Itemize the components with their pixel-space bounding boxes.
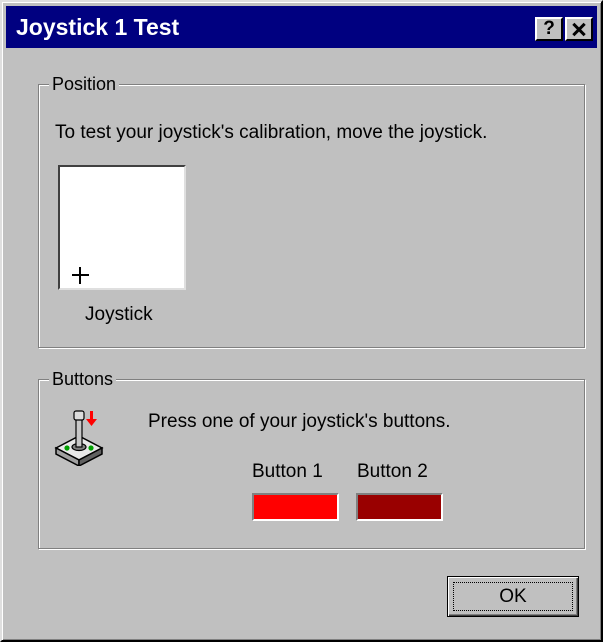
close-icon[interactable] — [565, 17, 593, 41]
buttons-group: Buttons Press one of your joystick's but… — [38, 367, 585, 549]
joystick-icon — [54, 410, 104, 466]
joystick-position-area — [58, 165, 186, 290]
title-bar[interactable]: Joystick 1 Test ? — [6, 6, 597, 48]
position-legend: Position — [49, 72, 120, 96]
button-2-indicator — [356, 493, 443, 521]
position-instruction: To test your joystick's calibration, mov… — [55, 122, 488, 143]
button-2-label: Button 2 — [357, 461, 428, 482]
button-1-indicator — [252, 493, 339, 521]
window-title: Joystick 1 Test — [16, 14, 180, 40]
ok-button[interactable]: OK — [447, 576, 579, 617]
buttons-instruction: Press one of your joystick's buttons. — [148, 411, 451, 432]
joystick-test-dialog: Joystick 1 Test ? Position To test your … — [0, 0, 603, 642]
buttons-legend: Buttons — [49, 367, 117, 391]
button-1-label: Button 1 — [252, 461, 323, 482]
ok-button-label: OK — [453, 582, 573, 611]
joystick-area-label: Joystick — [85, 304, 153, 325]
position-group: Position To test your joystick's calibra… — [38, 72, 585, 348]
crosshair-icon — [72, 267, 89, 284]
help-button[interactable]: ? — [535, 17, 563, 41]
